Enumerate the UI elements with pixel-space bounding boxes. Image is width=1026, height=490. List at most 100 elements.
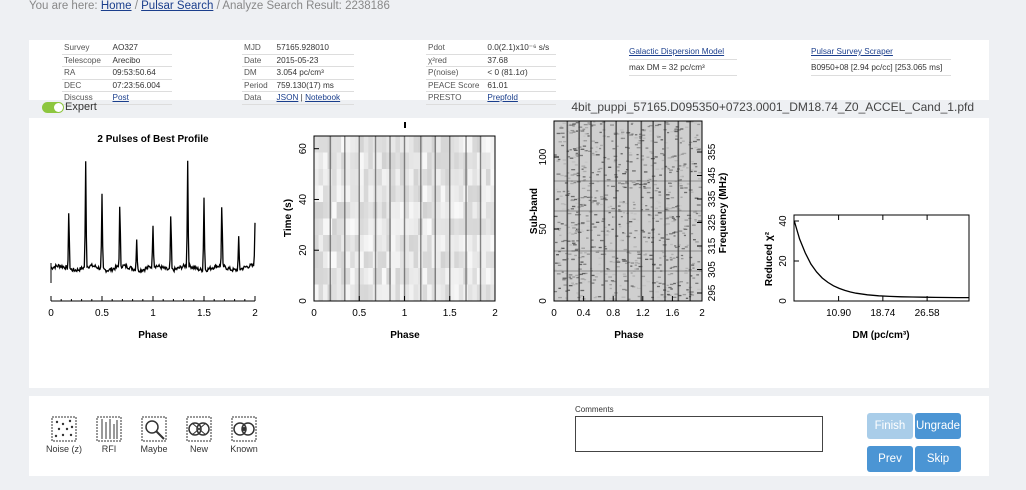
subband-noise-pixel	[637, 295, 641, 298]
time-phase-cell	[404, 251, 410, 269]
time-phase-cell	[368, 136, 374, 153]
subband-noise-pixel	[570, 182, 574, 185]
time-phase-cell	[323, 152, 329, 170]
time-phase-cell	[458, 185, 464, 203]
breadcrumb-home-link[interactable]: Home	[101, 0, 132, 12]
finish-button[interactable]: Finish	[867, 413, 913, 439]
expert-toggle[interactable]	[42, 102, 64, 113]
subband-noise-pixel	[563, 140, 567, 143]
meta-key: Date	[242, 54, 275, 67]
time-phase-cell	[404, 235, 410, 252]
time-phase-cell	[454, 169, 460, 186]
subband-noise-pixel	[674, 138, 678, 140]
time-phase-cell	[485, 136, 491, 153]
time-phase-cell	[350, 268, 356, 285]
time-phase-cell	[409, 185, 415, 203]
subband-noise-pixel	[672, 232, 676, 234]
time-phase-cell	[409, 235, 415, 252]
meta-value: 57165.928010	[274, 42, 354, 55]
subband-noise-pixel	[594, 197, 597, 199]
subband-noise-pixel	[575, 218, 579, 221]
subband-noise-pixel	[575, 152, 579, 155]
pulsar-survey-scraper-link[interactable]: Pulsar Survey Scraper	[811, 44, 951, 60]
time-phase-cell	[390, 284, 396, 302]
meta-value: < 0 (81.1σ)	[485, 66, 556, 80]
subband-noise-pixel	[634, 134, 638, 136]
subband-noise-pixel	[674, 130, 678, 133]
subband-noise-pixel	[570, 198, 574, 201]
subband-noise-pixel	[675, 135, 678, 137]
table-row: DM 3.054 pc/cm³	[242, 66, 354, 80]
subband-noise-pixel	[675, 206, 678, 208]
subband-noise-pixel	[581, 187, 586, 190]
comments-input[interactable]	[575, 416, 823, 452]
dm-chi2-x-tick-label: 18.74	[870, 308, 895, 319]
subband-noise-pixel	[629, 161, 633, 163]
subband-noise-pixel	[697, 261, 701, 263]
time-phase-cell	[427, 152, 433, 170]
subband-noise-pixel	[682, 232, 686, 234]
subband-noise-pixel	[596, 203, 599, 206]
time-phase-cell	[454, 152, 460, 170]
subband-noise-pixel	[571, 240, 575, 242]
galactic-dispersion-model-link[interactable]: Galactic Dispersion Model	[629, 44, 737, 60]
subband-noise-pixel	[586, 189, 591, 192]
ungrade-button[interactable]: Ungrade	[915, 413, 961, 439]
subband-noise-pixel	[556, 132, 561, 135]
subband-noise-pixel	[634, 264, 637, 266]
subband-noise-pixel	[556, 173, 561, 175]
subband-noise-pixel	[668, 233, 673, 235]
subband-noise-pixel	[630, 272, 633, 274]
time-phase-cell	[404, 136, 410, 153]
prev-button[interactable]: Prev	[867, 446, 913, 472]
classify-noise-button[interactable]: Noise (z)	[44, 416, 84, 454]
subband-noise-pixel	[669, 283, 674, 286]
subband-noise-pixel	[698, 212, 701, 215]
metadata-table-score: Pdot 0.0(2.1)x10⁻⁶ s/s χ²red 37.68 P(noise…	[426, 42, 556, 105]
time-phase-cell	[363, 268, 369, 285]
time-phase-cell	[458, 152, 464, 170]
classify-known-button[interactable]: Known	[224, 416, 264, 454]
subband-noise-pixel	[694, 219, 697, 221]
subband-noise-pixel	[562, 122, 567, 124]
subband-noise-pixel	[685, 267, 689, 270]
subband-noise-pixel	[661, 173, 665, 175]
diagnostic-plots-panel: 2 Pulses of Best Profile 0 0.5 1 1.5 2 Phase 0 0…	[29, 118, 989, 388]
time-phase-cell	[377, 251, 383, 269]
subband-noise-pixel	[559, 127, 564, 129]
subband-x-tick-label: 2	[699, 308, 705, 319]
subband-noise-pixel	[647, 214, 651, 216]
skip-button[interactable]: Skip	[915, 446, 961, 472]
subband-noise-pixel	[562, 259, 567, 261]
meta-key: Period	[242, 79, 275, 92]
meta-key: P(noise)	[426, 66, 486, 80]
meta-value: 759.130(17) ms	[274, 79, 354, 92]
time-phase-cell	[345, 185, 351, 203]
time-phase-cell	[350, 185, 356, 203]
subband-noise-pixel	[647, 181, 650, 184]
classify-new-button[interactable]: New	[179, 416, 219, 454]
time-phase-cell	[345, 136, 351, 153]
classify-maybe-button[interactable]: Maybe	[134, 416, 174, 454]
known-pulsar-match: B0950+08 [2.94 pc/cc] [253.065 ms]	[811, 60, 951, 76]
time-phase-cell	[436, 152, 442, 170]
breadcrumb-separator: /	[134, 0, 138, 12]
classify-rfi-button[interactable]: RFI	[89, 416, 129, 454]
subband-noise-pixel	[672, 158, 675, 160]
subband-noise-pixel	[674, 245, 677, 247]
time-phase-cell	[332, 152, 338, 170]
subband-noise-pixel	[557, 221, 561, 224]
subband-noise-pixel	[669, 256, 672, 259]
subband-noise-pixel	[657, 202, 662, 204]
breadcrumb-search-link[interactable]: Pulsar Search	[141, 0, 213, 12]
time-phase-cell	[359, 235, 365, 252]
subband-noise-pixel	[597, 170, 601, 173]
time-phase-cell	[481, 284, 487, 302]
time-phase-cell	[395, 202, 401, 219]
dm-chi2-x-tick-label: 26.58	[915, 308, 940, 319]
time-phase-cell	[323, 284, 329, 302]
subband-noise-pixel	[609, 284, 612, 286]
time-phase-cell	[436, 169, 442, 186]
table-row: Period 759.130(17) ms	[242, 79, 354, 92]
meta-value: 07:23:56.004	[110, 79, 172, 92]
